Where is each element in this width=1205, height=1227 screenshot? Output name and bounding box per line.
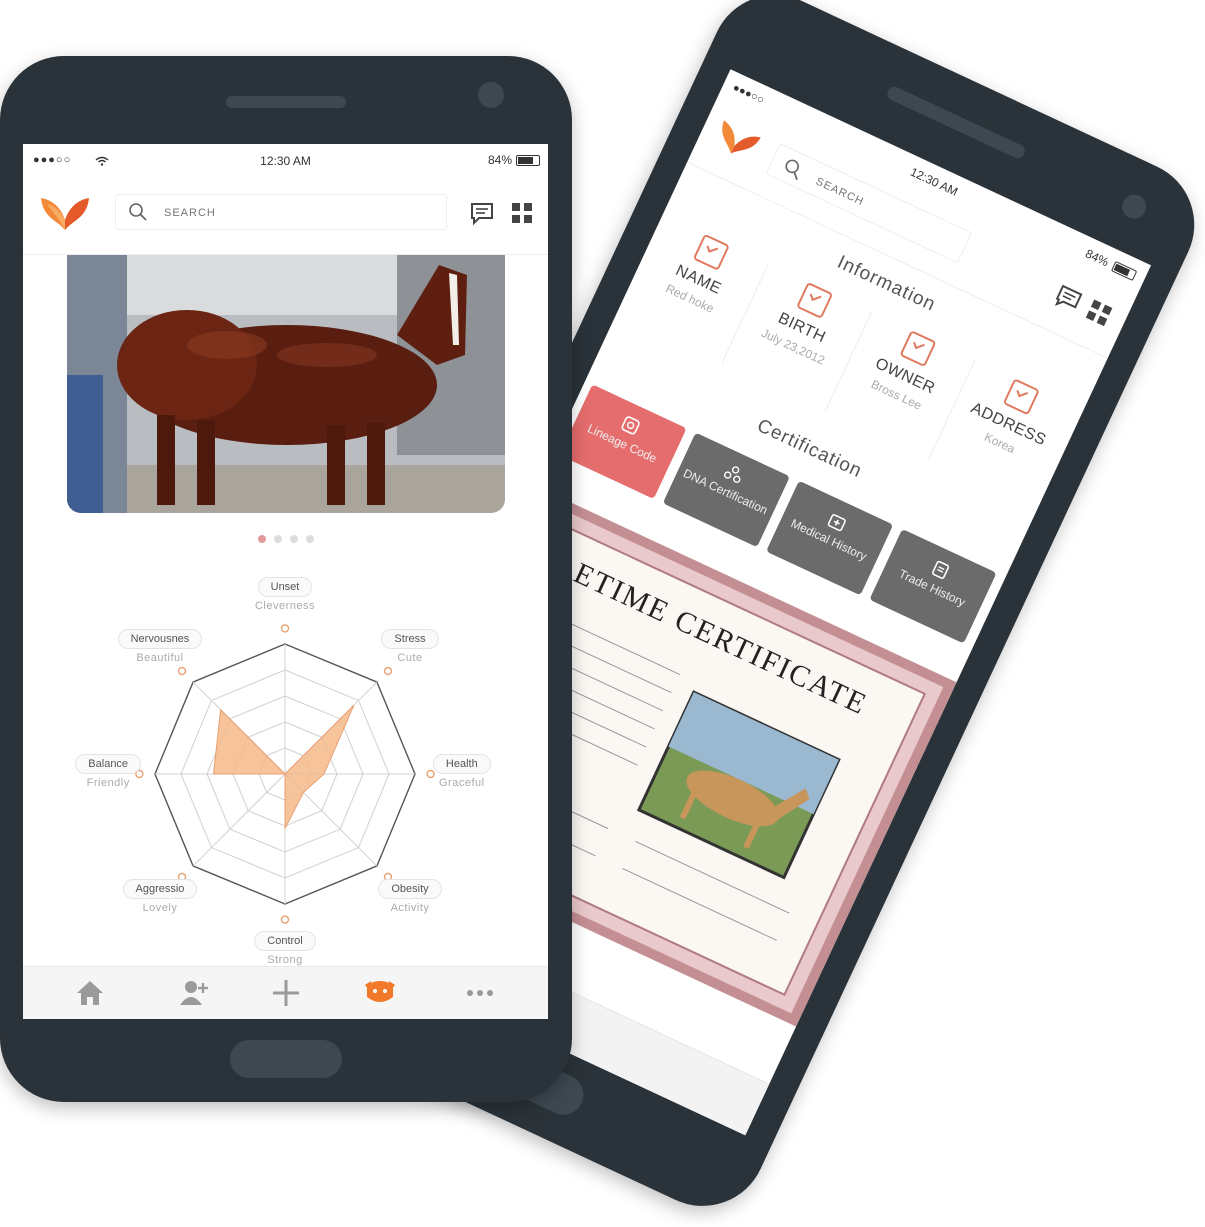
- radar-label-pill: Aggressio: [122, 879, 198, 900]
- radar-label-sub: Graceful: [439, 777, 485, 789]
- radar-label-sub: Cleverness: [254, 600, 316, 613]
- front-home-button[interactable]: [230, 1040, 342, 1078]
- radar-chart: Unset Cleverness Stress Cute Health Graceful O…: [23, 577, 548, 966]
- horse-icon[interactable]: [363, 977, 397, 1009]
- radar-axis-label[interactable]: Aggressio Lovely: [100, 879, 220, 914]
- status-time: 12:30 AM: [260, 154, 311, 168]
- radar-axis-marker: [177, 666, 187, 676]
- front-screen: ●●●○○ 12:30 AM 84% SEARCH Unset Cleverne…: [23, 144, 548, 1019]
- radar-label-sub: Lovely: [142, 902, 178, 915]
- search-icon: [785, 159, 800, 180]
- battery-icon: [516, 154, 540, 166]
- radar-axis-label[interactable]: Control Strong: [225, 930, 345, 966]
- medical-icon: [827, 514, 846, 532]
- search-box[interactable]: [115, 194, 447, 230]
- carousel-dot[interactable]: [305, 535, 314, 543]
- carousel-dot[interactable]: [257, 535, 266, 543]
- radar-label-sub: Activity: [390, 902, 430, 915]
- radar-data-area: [212, 704, 355, 829]
- check-icon: [692, 233, 730, 271]
- radar-label-pill: Stress: [381, 628, 439, 649]
- carousel-dot[interactable]: [289, 535, 298, 543]
- carousel-dot[interactable]: [273, 535, 282, 543]
- grid-icon[interactable]: [509, 200, 535, 226]
- front-camera: [478, 82, 504, 108]
- battery-text: 84%: [487, 153, 512, 167]
- radar-label-pill: Balance: [75, 754, 142, 774]
- check-icon: [1002, 378, 1040, 416]
- radar-axis-label[interactable]: Nervousnes Beautiful: [100, 628, 220, 664]
- grid-icon[interactable]: [1082, 296, 1117, 331]
- bottom-nav: [23, 966, 548, 1019]
- radar-axis-label[interactable]: Health Graceful: [402, 754, 522, 789]
- battery: 84%: [488, 153, 540, 167]
- search-input[interactable]: [162, 201, 426, 225]
- radar-axis-marker: [280, 624, 290, 633]
- radar-label-sub: Beautiful: [136, 651, 184, 664]
- radar-label-pill: Control: [254, 930, 316, 951]
- radar-axis-label[interactable]: Obesity Activity: [350, 879, 470, 914]
- check-icon: [796, 281, 834, 320]
- radar-label-pill: Nervousnes: [117, 628, 203, 649]
- more-icon[interactable]: [463, 977, 497, 1009]
- trade-icon: [932, 560, 950, 579]
- radar-axis-marker: [383, 666, 393, 676]
- radar-axis-label[interactable]: Balance Friendly: [48, 754, 168, 789]
- tab-medical-history[interactable]: Medical History: [766, 480, 894, 596]
- home-icon[interactable]: [73, 977, 107, 1009]
- radar-label-pill: Health: [432, 754, 491, 774]
- horse-photo[interactable]: [67, 255, 505, 513]
- radar-label-sub: Friendly: [86, 777, 130, 789]
- radar-label-sub: Strong: [267, 953, 303, 966]
- radar-label-pill: Obesity: [378, 879, 442, 900]
- radar-axis-label[interactable]: Stress Cute: [350, 628, 470, 664]
- front-speaker: [226, 96, 346, 108]
- front-phone: ●●●○○ 12:30 AM 84% SEARCH Unset Cleverne…: [0, 56, 572, 1102]
- add-user-icon[interactable]: [177, 977, 211, 1009]
- radar-axis-label[interactable]: Unset Cleverness: [225, 577, 345, 612]
- carousel-dots: [23, 530, 548, 548]
- search-icon: [129, 203, 147, 221]
- chat-icon[interactable]: [1051, 281, 1086, 316]
- plus-icon[interactable]: [269, 977, 303, 1009]
- tab-trade-history[interactable]: Trade History: [869, 528, 997, 644]
- back-camera: [1118, 190, 1151, 223]
- butterfly-logo-icon[interactable]: [709, 113, 765, 166]
- app-bar: [23, 180, 548, 255]
- check-icon: [899, 330, 937, 368]
- chat-icon[interactable]: [469, 200, 495, 226]
- lineage-icon: [621, 416, 640, 435]
- back-speaker: [885, 84, 1028, 161]
- radar-label-pill: Unset: [257, 577, 313, 598]
- tab-dna-certification[interactable]: DNA Certification: [662, 432, 790, 548]
- tab-lineage-code[interactable]: Lineage Code: [559, 384, 687, 500]
- radar-label-sub: Cute: [397, 651, 423, 664]
- dna-icon: [724, 466, 741, 483]
- radar-axis-marker: [280, 915, 290, 924]
- butterfly-logo-icon[interactable]: [39, 190, 91, 234]
- status-bar: ●●●○○ 12:30 AM 84%: [23, 144, 548, 178]
